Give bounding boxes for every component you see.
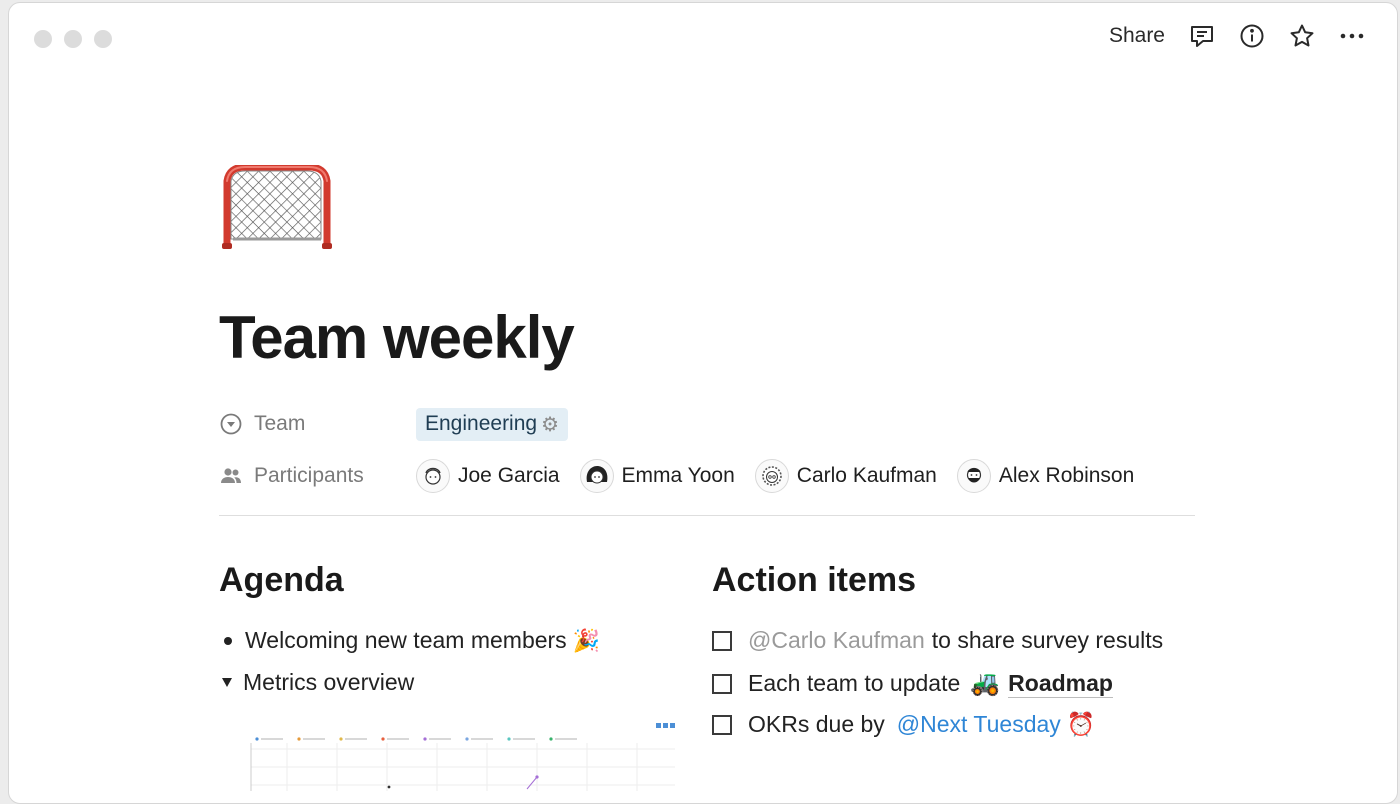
agenda-item-metrics[interactable]: Metrics overview (219, 669, 414, 696)
action-items-heading[interactable]: Action items (712, 561, 916, 600)
chart-legend-dot (381, 737, 385, 741)
info-icon[interactable] (1237, 21, 1267, 51)
team-tag-label: Engineering (425, 412, 538, 435)
toggle-open-icon[interactable] (222, 678, 232, 687)
property-participants-label: Participants (254, 464, 364, 487)
table-icon[interactable] (670, 723, 675, 728)
minimize-window-button[interactable] (64, 30, 82, 48)
chart-legend-label (345, 738, 367, 740)
todo-checkbox[interactable] (712, 673, 732, 694)
chart-toolbar[interactable] (656, 723, 675, 728)
participant-emma-yoon[interactable]: Emma Yoon (579, 459, 735, 493)
team-tag[interactable]: Engineering ⚙ (416, 407, 569, 441)
chart-legend-dot (255, 737, 259, 741)
divider (219, 515, 1195, 516)
participant-name: Emma Yoon (621, 464, 735, 487)
action-item-okrs: OKRs due by @Next Tuesday ⏰ (712, 711, 1095, 738)
chart-legend-label (471, 738, 493, 740)
property-team-label: Team (254, 412, 306, 435)
comment-icon[interactable] (1187, 21, 1217, 51)
party-popper-icon: 🎉 (572, 627, 601, 653)
close-window-button[interactable] (34, 30, 52, 48)
zoom-window-button[interactable] (94, 30, 112, 48)
app-window: Share Team weekly Team Engineering ⚙ Par… (8, 2, 1398, 804)
gear-icon: ⚙ (541, 413, 560, 436)
star-icon[interactable] (1287, 21, 1317, 51)
chart-legend-label (513, 738, 535, 740)
chart-legend-dot (297, 737, 301, 741)
action-item-roadmap: Each team to update 🚜 Roadmap (712, 669, 1113, 698)
property-participants-label-wrap: Participants (219, 464, 416, 488)
participant-carlo-kaufman[interactable]: Carlo Kaufman (754, 459, 937, 493)
roadmap-page-link[interactable]: Roadmap (1008, 670, 1113, 698)
property-participants: Participants Joe Garcia Emma Yoon Carlo … (219, 459, 1199, 493)
metrics-chart-embed[interactable] (227, 721, 675, 791)
chart-legend-dot (339, 737, 343, 741)
action-item-text: OKRs due by (748, 711, 885, 737)
window-controls (34, 30, 112, 48)
chart-legend-label (261, 738, 283, 740)
todo-checkbox[interactable] (712, 630, 732, 651)
property-team-label-wrap: Team (219, 412, 416, 436)
participant-alex-robinson[interactable]: Alex Robinson (956, 459, 1135, 493)
avatar (416, 459, 450, 493)
participant-name: Carlo Kaufman (796, 464, 937, 487)
user-mention[interactable]: @Carlo Kaufman (748, 627, 925, 654)
chart-legend-dot (423, 737, 427, 741)
more-icon[interactable] (1337, 21, 1367, 51)
action-item-text: to share survey results (931, 627, 1164, 653)
filter-icon[interactable] (656, 723, 661, 728)
participants-list: Joe Garcia Emma Yoon Carlo Kaufman Alex … (416, 459, 1134, 493)
people-icon (221, 468, 241, 483)
participant-name: Joe Garcia (458, 464, 560, 487)
page-title[interactable]: Team weekly (219, 303, 575, 372)
agenda-item-text: Metrics overview (243, 669, 415, 695)
agenda-heading[interactable]: Agenda (219, 561, 344, 600)
tractor-icon: 🚜 (970, 670, 1001, 697)
alarm-clock-icon: ⏰ (1066, 711, 1096, 737)
agenda-item-text: Welcoming new team members (245, 627, 567, 653)
chart-legend-dot (549, 737, 553, 741)
chart-legend-dot (507, 737, 511, 741)
hockey-goal-icon[interactable] (219, 163, 335, 253)
avatar (579, 459, 614, 493)
avatar (754, 459, 789, 493)
action-item-survey: @Carlo Kaufman to share survey results (712, 627, 1163, 654)
participant-name: Alex Robinson (998, 464, 1135, 487)
chart-thumbnail (250, 737, 675, 791)
chart-legend-label (303, 738, 325, 740)
agenda-item-welcoming[interactable]: Welcoming new team members 🎉 (219, 627, 600, 654)
chart-legend-label (387, 738, 409, 740)
top-bar: Share (1107, 21, 1367, 51)
chart-legend-label (555, 738, 577, 740)
todo-checkbox[interactable] (712, 714, 732, 735)
property-team: Team Engineering ⚙ (219, 407, 1199, 441)
participant-joe-garcia[interactable]: Joe Garcia (416, 459, 560, 493)
chart-legend-dot (465, 737, 469, 741)
chart-legend-label (429, 738, 451, 740)
bullet-icon (224, 636, 232, 645)
date-mention[interactable]: @Next Tuesday (897, 711, 1061, 738)
share-button[interactable]: Share (1107, 24, 1167, 48)
action-item-text: Each team to update (748, 670, 961, 696)
select-icon (220, 413, 242, 435)
avatar (956, 459, 991, 493)
grid-icon[interactable] (663, 723, 668, 728)
